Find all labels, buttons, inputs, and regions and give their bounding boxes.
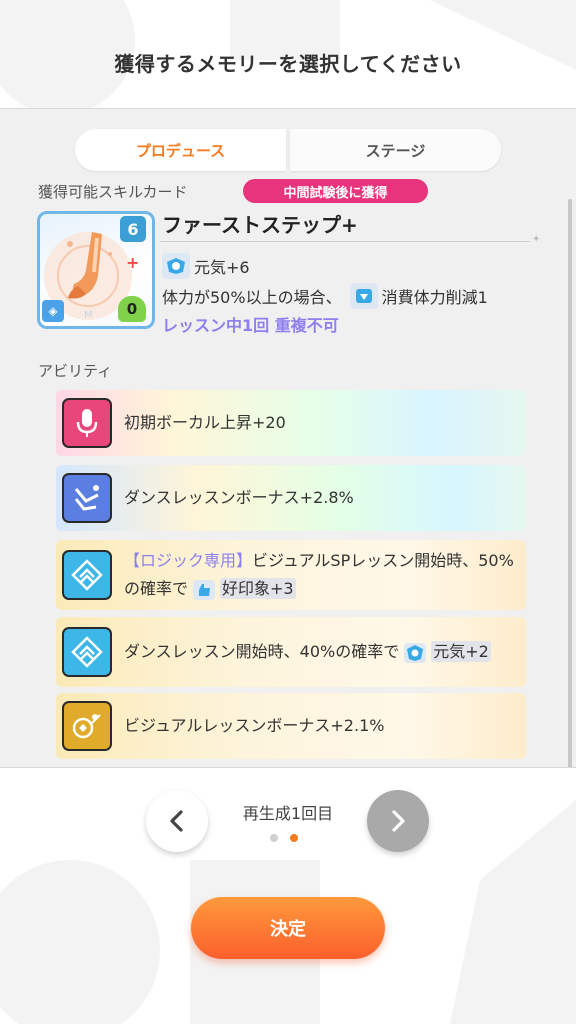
ability-item-dance-bonus: ダンスレッスンボーナス+2.8% [56,465,526,531]
effect-genki-text: 元気+6 [194,258,250,277]
svg-text:M: M [84,310,93,321]
memory-panel: プロデュース ステージ 獲得可能スキルカード 中間試験後に獲得 + M 6 0 … [0,108,576,768]
skill-card-section-label: 獲得可能スキルカード [38,183,188,201]
cost-bottom-value: 0 [126,300,138,318]
name-divider [160,241,530,242]
genki-icon [402,641,428,665]
tab-bar: プロデュース ステージ [75,129,501,171]
logic-only-tag: 【ロジック専用】 [124,551,253,570]
sparkle-icon: ✦ [532,234,541,245]
usage-limit-text: レッスン中1回 重複不可 [162,316,339,335]
regeneration-count: 再生成1回目 [242,804,334,823]
ability-text: ダンスレッスンボーナス+2.8% [124,488,354,507]
genki-icon [162,253,190,279]
tab-stage[interactable]: ステージ [290,129,501,171]
ability-item-logic-visual: 【ロジック専用】ビジュアルSPレッスン開始時、50%の確率で 好印象+3 [56,540,526,610]
confirm-button[interactable]: 決定 [191,897,385,959]
cost-top-value: 6 [127,219,139,239]
stamina-reduce-icon [349,283,378,309]
effect-condition-text: 体力が50%以上の場合、 [162,288,342,307]
cost-bottom-badge: 0 [118,296,146,322]
ability-item-dance-genki: ダンスレッスン開始時、40%の確率で 元気+2 [56,617,526,687]
effect-stamina-text: 消費体力削減1 [381,288,488,307]
ability-text: ビジュアルレッスンボーナス+2.1% [124,716,385,735]
skill-card-name: ファーストステップ+ [162,213,358,237]
skill-card-image[interactable]: + M 6 0 ◈ [37,211,155,329]
acquire-timing-badge: 中間試験後に獲得 [243,179,428,203]
ability-text-main: ダンスレッスン開始時、40%の確率で [124,642,400,661]
svg-text:+: + [126,253,139,272]
next-button[interactable] [367,790,429,852]
visual-icon [62,701,112,751]
ability-text-effect: 元気+2 [431,641,491,662]
scrollbar[interactable] [568,199,572,767]
chevron-up-icon [62,550,112,600]
ability-section-label: アビリティ [38,362,113,380]
effect-genki: 元気+6 [162,253,250,279]
ability-item-visual-bonus: ビジュアルレッスンボーナス+2.1% [56,693,526,759]
ability-text-effect: 好印象+3 [220,578,296,599]
chevron-up-icon [62,627,112,677]
good-impression-icon [191,578,217,602]
page-dot [270,834,278,842]
effect-stamina-reduction: 体力が50%以上の場合、 消費体力削減1 [162,283,488,309]
chevron-right-icon [392,810,405,832]
ability-item-vocal: 初期ボーカル上昇+20 [56,390,526,456]
page-dot-active [290,834,298,842]
ability-text: 初期ボーカル上昇+20 [124,413,286,432]
page-indicator [270,834,298,842]
cost-top-badge: 6 [120,216,146,242]
ability-text: 【ロジック専用】ビジュアルSPレッスン開始時、50%の確率で 好印象+3 [124,547,526,603]
page-title: 獲得するメモリーを選択してください [114,52,462,76]
tab-produce[interactable]: プロデュース [75,129,286,171]
card-type-icon: ◈ [42,300,64,322]
ability-text: ダンスレッスン開始時、40%の確率で 元気+2 [124,638,514,666]
microphone-icon [62,398,112,448]
dance-icon [62,473,112,523]
